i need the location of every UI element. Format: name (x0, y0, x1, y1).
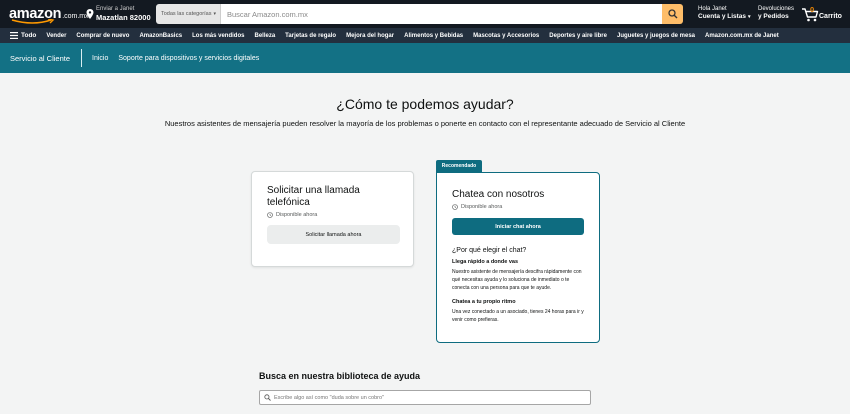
amazon-logo[interactable]: amazon.com.mx (9, 5, 89, 25)
all-menu-label: Todo (21, 32, 37, 39)
call-availability-text: Disponible ahora (276, 212, 318, 218)
account-greeting: Hola Janet (698, 6, 727, 12)
help-library-title: Busca en nuestra biblioteca de ayuda (259, 371, 421, 381)
reason1-body: Nuestro asistente de mensajería descifra… (452, 269, 582, 291)
main-nav: Todo Vender Comprar de nuevo AmazonBasic… (0, 28, 850, 43)
account-lists-label: Cuenta y Listas (698, 13, 747, 20)
deliver-line1: Enviar a Janet (96, 6, 135, 12)
orders-label: y Pedidos (758, 13, 789, 20)
caret-down-icon: ▾ (213, 11, 216, 17)
service-title[interactable]: Servicio al Cliente (0, 49, 83, 67)
nav-item-mas-vendidos[interactable]: Los más vendidos (192, 33, 244, 39)
call-card-title: Solicitar una llamada telefónica (267, 185, 360, 208)
nav-item-vender[interactable]: Vender (46, 33, 66, 39)
service-link-devices[interactable]: Soporte para dispositivos y servicios di… (118, 55, 259, 62)
service-link-inicio[interactable]: Inicio (92, 55, 108, 62)
search-bar: Todas las categorías ▾ (156, 4, 683, 24)
returns-orders-link[interactable]: Devoluciones y Pedidos (758, 6, 794, 21)
chat-availability: Disponible ahora (452, 204, 584, 210)
clock-icon (452, 204, 458, 210)
nav-item-belleza[interactable]: Belleza (254, 33, 275, 39)
request-call-button[interactable]: Solicitar llamada ahora (267, 225, 400, 244)
smile-arrow-icon (11, 19, 55, 24)
why-chat-heading: ¿Por qué elegir el chat? (452, 247, 527, 254)
cart-label: Carrito (819, 13, 842, 20)
deliver-to[interactable]: Enviar a Janet Mazatlan 82000 (86, 6, 151, 24)
nav-item-juguetes[interactable]: Juguetes y juegos de mesa (617, 33, 695, 39)
nav-item-mascotas[interactable]: Mascotas y Accesorios (473, 33, 539, 39)
page-subtitle: Nuestros asistentes de mensajería pueden… (164, 119, 686, 128)
chat-availability-text: Disponible ahora (461, 204, 503, 210)
top-header: amazon.com.mx Enviar a Janet Mazatlan 82… (0, 0, 850, 28)
account-lists-menu[interactable]: Hola Janet Cuenta y Listas ▾ (698, 6, 751, 21)
cart-count: 0 (810, 5, 815, 14)
reason2-body: Una vez conectado a un asociado, tienes … (452, 309, 584, 323)
nav-item-deportes[interactable]: Deportes y aire libre (549, 33, 607, 39)
logo-tld: .com.mx (62, 13, 89, 20)
cart-button[interactable]: 0 Carrito (801, 5, 846, 23)
search-icon (264, 394, 271, 401)
search-input[interactable] (220, 4, 662, 24)
deliver-line2: Mazatlan 82000 (96, 13, 151, 22)
start-chat-button[interactable]: Iniciar chat ahora (452, 218, 584, 235)
all-menu-button[interactable]: Todo (10, 32, 36, 39)
search-icon (667, 9, 677, 19)
returns-label: Devoluciones (758, 6, 795, 12)
reason2-title: Chatea a tu propio ritmo (452, 299, 516, 305)
nav-item-alimentos[interactable]: Alimentos y Bebidas (404, 33, 463, 39)
recommended-badge: Recomendado (436, 160, 482, 172)
chat-card: Chatea con nosotros Disponible ahora Ini… (436, 172, 600, 343)
request-call-card: Solicitar una llamada telefónica Disponi… (251, 171, 414, 267)
page-title: ¿Cómo te podemos ayudar? (336, 96, 514, 112)
chat-card-title: Chatea con nosotros (452, 189, 545, 200)
location-pin-icon (86, 9, 94, 19)
customer-service-bar: Servicio al Cliente Inicio Soporte para … (0, 43, 850, 73)
nav-item-amazonbasics[interactable]: AmazonBasics (139, 33, 182, 39)
search-category-label: Todas las categorías (161, 11, 212, 17)
caret-down-icon: ▾ (748, 14, 751, 20)
help-library-search (259, 390, 591, 405)
hamburger-icon (10, 32, 18, 39)
nav-item-amazon-de-janet[interactable]: Amazon.com.mx de Janet (705, 33, 779, 39)
search-button[interactable] (662, 4, 683, 24)
call-availability: Disponible ahora (267, 212, 399, 218)
reason1-title: Llega rápido a donde vas (452, 259, 519, 265)
nav-item-comprar-de-nuevo[interactable]: Comprar de nuevo (76, 33, 129, 39)
nav-item-mejora-hogar[interactable]: Mejora del hogar (346, 33, 394, 39)
clock-icon (267, 212, 273, 218)
help-search-input[interactable] (274, 394, 574, 401)
search-category-select[interactable]: Todas las categorías ▾ (156, 4, 221, 24)
nav-item-tarjetas-regalo[interactable]: Tarjetas de regalo (285, 33, 336, 39)
